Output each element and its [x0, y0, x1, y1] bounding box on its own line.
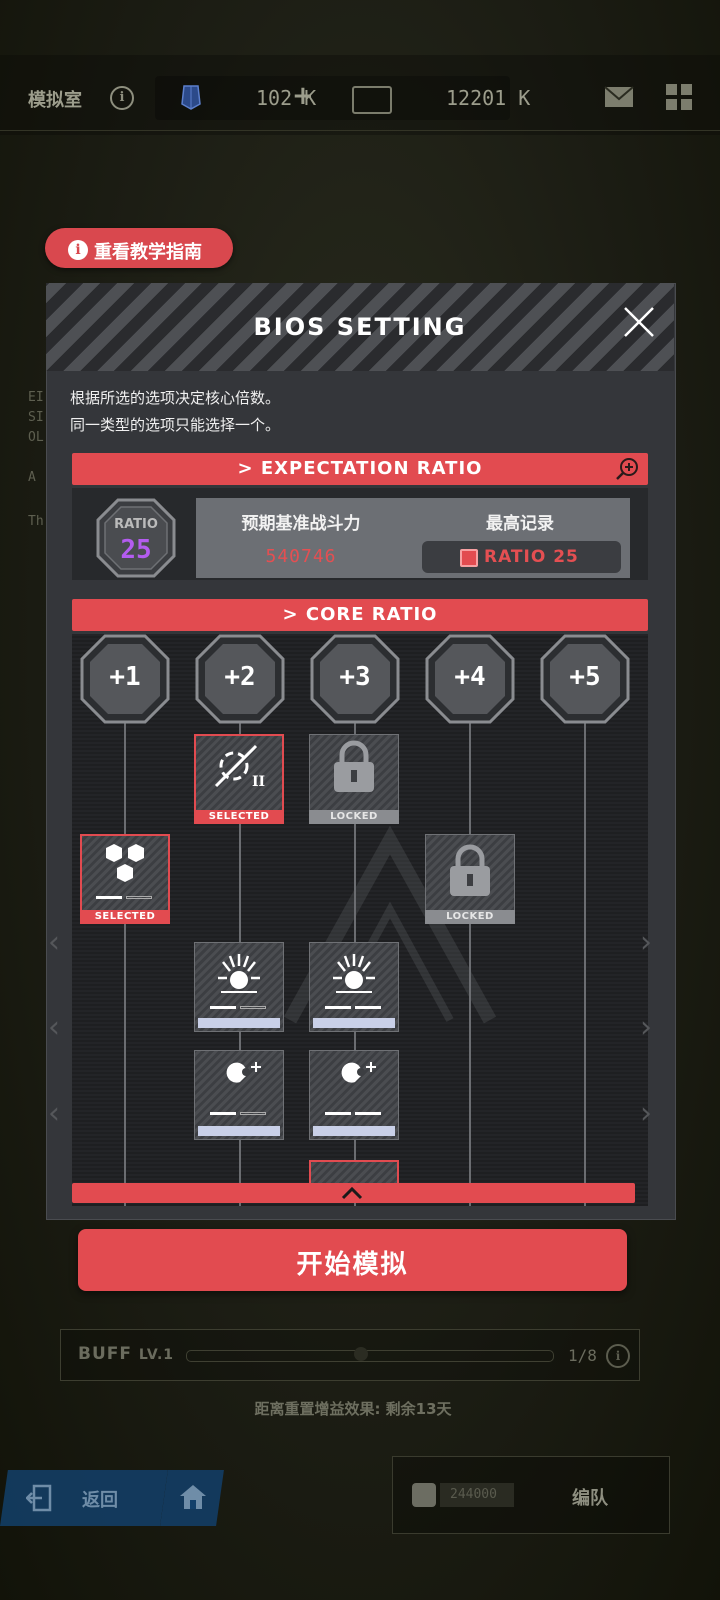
bg-text: SI [28, 410, 44, 425]
core-node-burst[interactable] [194, 942, 284, 1032]
panel-title: BIOS SETTING [253, 313, 467, 341]
add-resource-button[interactable]: + [292, 81, 314, 111]
bg-text: A [28, 470, 36, 485]
core-node-locked[interactable]: LOCKED [309, 734, 399, 824]
lock-icon [334, 740, 374, 792]
bg-text: Th [28, 514, 44, 529]
start-simulation-label: 开始模拟 [296, 1250, 409, 1280]
exit-icon [26, 1484, 52, 1512]
buff-label: BUFF LV.1 [78, 1344, 175, 1364]
core-ratio-header: > CORE RATIO [72, 599, 648, 631]
core-node-burst[interactable] [309, 942, 399, 1032]
column-label: +1 [109, 662, 141, 692]
buff-progress-knob [354, 1347, 368, 1361]
column-label: +5 [569, 662, 601, 692]
expected-power-value: 540746 [265, 546, 337, 567]
ratio-label: RATIO [114, 517, 158, 532]
record-square-icon [460, 549, 478, 567]
close-icon[interactable] [622, 305, 656, 339]
node-level: II [252, 774, 266, 790]
home-icon [180, 1485, 206, 1509]
bg-text: OL [28, 430, 44, 445]
burst-icon [218, 954, 260, 993]
column-label: +4 [454, 662, 486, 692]
menu-grid-icon[interactable] [666, 84, 692, 110]
team-power-value: 244000 [450, 1487, 497, 1502]
chevron-left-icon: ‹ [48, 1096, 60, 1131]
zoom-in-icon[interactable] [616, 457, 640, 481]
buff-count: 1/8 [568, 1346, 597, 1365]
ratio-value: 25 [120, 535, 152, 565]
burst-icon [333, 954, 375, 993]
column-line [124, 720, 126, 1206]
expected-power-label: 预期基准战斗力 [241, 514, 361, 534]
best-record-value: RATIO 25 [484, 547, 579, 567]
hexagons-icon [106, 844, 144, 882]
description-line: 根据所选的选项决定核心倍数。 [70, 389, 281, 407]
resource-credits-value: 12201 K [446, 86, 531, 110]
column-line [469, 720, 471, 1206]
info-icon: i [68, 240, 88, 260]
core-node-locked[interactable]: LOCKED [425, 834, 515, 924]
team-power-icon [412, 1483, 436, 1507]
info-icon[interactable]: i [606, 1344, 630, 1368]
locked-tag: LOCKED [309, 810, 399, 824]
buff-progress-track [186, 1350, 554, 1362]
chevron-right-icon: › [640, 1010, 652, 1045]
chevron-right-icon: › [640, 925, 652, 960]
chevron-up-icon[interactable] [340, 1182, 364, 1204]
core-node-selected[interactable]: SELECTED [80, 834, 170, 924]
column-label: +3 [339, 662, 371, 692]
column-line [584, 720, 586, 1206]
best-record-label: 最高记录 [486, 514, 554, 534]
bg-text: EI [28, 390, 44, 405]
page-title: 模拟室 [28, 90, 82, 111]
locked-tag: LOCKED [425, 910, 515, 924]
expectation-ratio-header: > EXPECTATION RATIO [72, 453, 648, 485]
column-label: +2 [224, 662, 256, 692]
tutorial-button-label: 重看教学指南 [94, 242, 202, 263]
core-node-repair[interactable] [194, 1050, 284, 1140]
mail-icon[interactable] [604, 86, 634, 108]
buff-level: LV.1 [138, 1347, 175, 1363]
chevron-left-icon: ‹ [48, 1010, 60, 1045]
lock-icon [450, 844, 490, 896]
wrench-icon [337, 1062, 376, 1100]
core-node-repair[interactable] [309, 1050, 399, 1140]
wrench-icon [222, 1062, 261, 1100]
selected-tag: SELECTED [194, 810, 284, 824]
back-button-label: 返回 [82, 1490, 118, 1511]
gem-icon [181, 85, 201, 110]
chevron-right-icon: › [640, 1096, 652, 1131]
core-node-partial[interactable] [309, 1160, 399, 1184]
team-button-label: 编队 [572, 1488, 608, 1509]
info-icon[interactable]: i [110, 86, 134, 110]
card-icon [352, 86, 392, 114]
buff-reset-text: 距离重置增益效果: 剩余13天 [254, 1400, 452, 1418]
description-line: 同一类型的选项只能选择一个。 [70, 416, 281, 434]
selected-tag: SELECTED [80, 910, 170, 924]
chevron-left-icon: ‹ [48, 925, 60, 960]
core-node-selected[interactable]: II SELECTED [194, 734, 284, 824]
